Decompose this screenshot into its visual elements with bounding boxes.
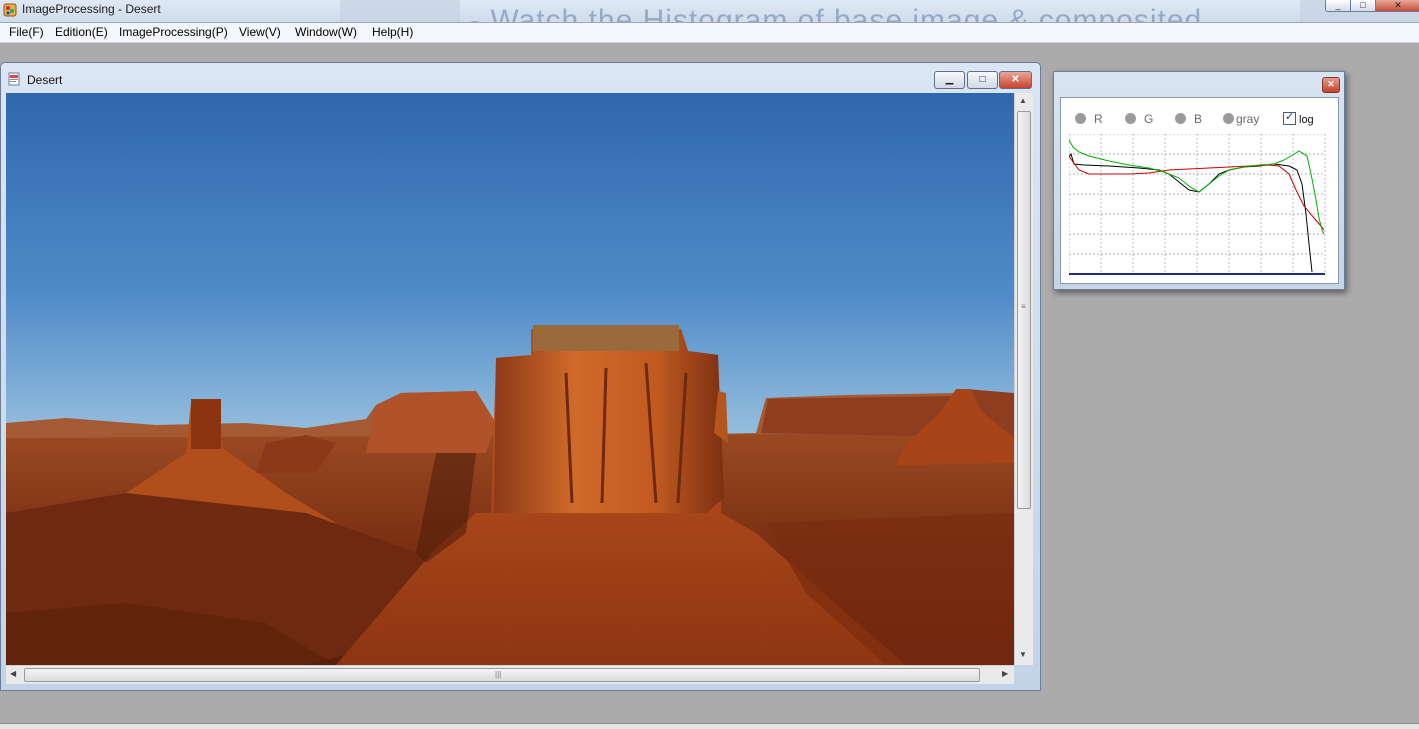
histogram-red-curve — [1069, 155, 1325, 231]
horizontal-scrollbar[interactable]: ◀ ||| ▶ — [6, 665, 1014, 684]
background-window-strip — [340, 0, 460, 22]
image-window-maximize-button[interactable]: □ — [967, 71, 998, 89]
radio-icon — [1075, 113, 1086, 124]
menu-bar: File(F) Edition(E) ImageProcessing(P) Vi… — [0, 23, 1419, 43]
grip-icon: ||| — [495, 670, 502, 679]
desert-image — [6, 93, 1014, 665]
scroll-right-icon[interactable]: ▶ — [1002, 669, 1008, 678]
radio-r[interactable]: R — [1075, 112, 1103, 126]
radio-b[interactable]: B — [1175, 112, 1202, 126]
horizontal-scroll-thumb[interactable]: ||| — [24, 668, 980, 682]
menu-imageprocessing[interactable]: ImageProcessing(P) — [117, 25, 230, 39]
close-icon: ✕ — [1011, 74, 1020, 85]
document-icon — [8, 72, 20, 86]
close-icon: ✕ — [1327, 79, 1335, 89]
radio-g-label: G — [1144, 112, 1154, 126]
app-minimize-button[interactable]: _ — [1325, 0, 1351, 12]
menu-window[interactable]: Window(W) — [293, 25, 359, 39]
menu-edition[interactable]: Edition(E) — [53, 25, 110, 39]
histogram-plot — [1069, 134, 1326, 275]
close-icon: ✕ — [1394, 0, 1402, 10]
menu-file[interactable]: File(F) — [7, 25, 46, 39]
background-window-text: - Watch the Histogram of base image & co… — [470, 4, 1203, 23]
menu-view[interactable]: View(V) — [237, 25, 283, 39]
main-title-bar: - Watch the Histogram of base image & co… — [0, 0, 1419, 23]
vertical-scrollbar[interactable]: ▲ ≡ ▼ — [1014, 93, 1033, 665]
checkbox-checked-icon — [1283, 110, 1296, 125]
radio-gray-label: gray — [1236, 112, 1260, 126]
histogram-window: ✕ R G B gray log — [1053, 71, 1345, 290]
radio-g[interactable]: G — [1125, 112, 1153, 126]
menu-help[interactable]: Help(H) — [370, 25, 415, 39]
status-strip — [0, 723, 1419, 729]
image-window: Desert ▁ □ ✕ ▲ ≡ ▼ ◀ ||| ▶ — [0, 62, 1041, 691]
image-window-title: Desert — [27, 73, 63, 87]
log-checkbox[interactable]: log — [1283, 110, 1314, 126]
scroll-left-icon[interactable]: ◀ — [10, 669, 16, 678]
app-close-button[interactable]: ✕ — [1375, 0, 1419, 12]
image-window-close-button[interactable]: ✕ — [999, 71, 1032, 89]
radio-b-label: B — [1194, 112, 1203, 126]
radio-r-label: R — [1094, 112, 1103, 126]
scroll-down-icon[interactable]: ▼ — [1019, 650, 1027, 659]
histogram-grid — [1069, 134, 1326, 275]
minimize-icon: ▁ — [945, 74, 954, 85]
maximize-icon: □ — [1360, 0, 1366, 10]
radio-icon — [1125, 113, 1136, 124]
minimize-icon: _ — [1335, 0, 1341, 10]
grip-icon: ≡ — [1021, 302, 1026, 311]
log-checkbox-label: log — [1299, 114, 1314, 126]
app-icon — [3, 3, 17, 17]
histogram-close-button[interactable]: ✕ — [1322, 77, 1340, 93]
image-window-minimize-button[interactable]: ▁ — [934, 71, 965, 89]
radio-icon — [1175, 113, 1186, 124]
histogram-panel: R G B gray log — [1060, 97, 1339, 284]
app-title: ImageProcessing - Desert — [22, 2, 161, 16]
vertical-scroll-thumb[interactable]: ≡ — [1017, 111, 1031, 509]
app-maximize-button[interactable]: □ — [1350, 0, 1376, 12]
maximize-icon: □ — [979, 74, 986, 85]
radio-icon — [1223, 113, 1234, 124]
scroll-up-icon[interactable]: ▲ — [1019, 96, 1027, 105]
radio-gray[interactable]: gray — [1223, 112, 1259, 126]
